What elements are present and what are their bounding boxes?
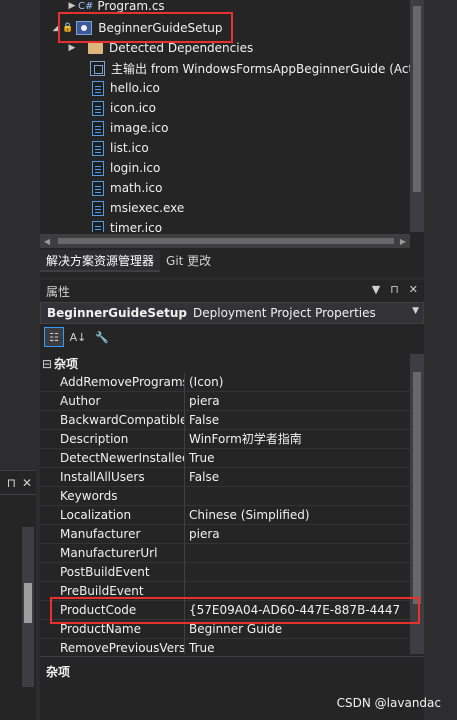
tree-item-file[interactable]: image.ico (92, 118, 410, 138)
property-name: RemovePreviousVersions (40, 638, 185, 654)
property-name: BackwardCompatibleIDG (40, 410, 185, 430)
property-name: Author (40, 391, 185, 411)
explorer-tabs: 解决方案资源管理器 Git 更改 (40, 250, 217, 272)
close-icon[interactable]: ✕ (22, 476, 32, 490)
highlight-box-project (58, 12, 233, 43)
property-value[interactable]: False (185, 468, 410, 487)
folder-icon (88, 42, 103, 54)
object-selector[interactable]: BeginnerGuideSetup Deployment Project Pr… (40, 302, 424, 324)
pin-icon[interactable]: ⊓ (7, 476, 16, 490)
property-row[interactable]: ManufacturerUrl (40, 543, 410, 563)
tree-item-file[interactable]: timer.ico (92, 218, 410, 232)
object-name: BeginnerGuideSetup (47, 306, 188, 320)
scrollbar-thumb[interactable] (58, 238, 394, 244)
alphabetical-icon[interactable]: A↓ (68, 327, 88, 347)
property-name: Description (40, 429, 185, 449)
property-value[interactable] (185, 487, 410, 506)
property-name: PostBuildEvent (40, 562, 185, 582)
highlight-box-productcode (50, 597, 420, 624)
property-value[interactable]: True (185, 449, 410, 468)
property-name: ManufacturerUrl (40, 543, 185, 563)
property-row[interactable]: InstallAllUsers False (40, 467, 410, 487)
tree-item-file[interactable]: icon.ico (92, 98, 410, 118)
file-icon (92, 120, 104, 136)
file-icon (92, 180, 104, 196)
property-name: AddRemoveProgramsIcon (40, 372, 185, 392)
tab-solution-explorer[interactable]: 解决方案资源管理器 (40, 250, 161, 272)
property-row[interactable]: PostBuildEvent (40, 562, 410, 582)
file-icon (92, 100, 104, 116)
property-row[interactable]: Author piera (40, 391, 410, 411)
dropdown-icon[interactable]: ▼ (372, 283, 380, 296)
left-tool-window-header: ⊓ ✕ (0, 471, 36, 495)
property-value[interactable]: False (185, 411, 410, 430)
property-value[interactable]: True (185, 639, 410, 655)
left-scrollbar[interactable] (22, 527, 34, 687)
scrollbar-thumb[interactable] (413, 6, 421, 192)
property-row[interactable]: Keywords (40, 486, 410, 506)
scroll-left-icon[interactable]: ◀ (40, 237, 54, 246)
watermark: CSDN @lavandac (336, 696, 441, 710)
file-icon (92, 80, 104, 96)
tree-item-primary-output[interactable]: 主输出 from WindowsFormsAppBeginnerGuide (A… (90, 58, 410, 78)
expand-arrow-icon[interactable]: ▶ (66, 1, 78, 11)
property-row[interactable]: Localization Chinese (Simplified) (40, 505, 410, 525)
close-icon[interactable]: ✕ (409, 283, 418, 296)
property-name: Localization (40, 505, 185, 525)
scroll-right-icon[interactable]: ▶ (396, 237, 410, 246)
property-name: InstallAllUsers (40, 467, 185, 487)
property-row[interactable]: Description WinForm初学者指南 (40, 429, 410, 449)
tree-vertical-scrollbar[interactable] (410, 0, 424, 232)
tree-horizontal-scrollbar[interactable]: ◀ ▶ (40, 234, 410, 248)
scrollbar-thumb[interactable] (413, 372, 421, 604)
description-title: 杂项 (46, 665, 71, 679)
property-row[interactable]: DetectNewerInstalledVerTrue (40, 448, 410, 468)
tree-item-file[interactable]: list.ico (92, 138, 410, 158)
left-scrollbar-thumb[interactable] (24, 583, 32, 623)
property-row[interactable]: BackwardCompatibleIDGFalse (40, 410, 410, 430)
object-type: Deployment Project Properties (193, 306, 376, 320)
expand-arrow-icon[interactable]: ▶ (66, 43, 78, 53)
collapse-icon[interactable]: ⊟ (40, 357, 54, 371)
left-tool-window: ⊓ ✕ (0, 470, 36, 720)
file-icon (92, 200, 104, 216)
tree-item-file[interactable]: hello.ico (92, 78, 410, 98)
csharp-file-icon: C# (78, 0, 94, 12)
property-name: Keywords (40, 486, 185, 506)
property-value[interactable] (185, 563, 410, 582)
property-value[interactable]: WinForm初学者指南 (185, 430, 410, 449)
tab-git-changes[interactable]: Git 更改 (160, 250, 217, 272)
tree-item-file[interactable]: login.ico (92, 158, 410, 178)
properties-window: 属性 ▼ ⊓ ✕ BeginnerGuideSetup Deployment P… (40, 280, 424, 720)
chevron-down-icon[interactable]: ▼ (412, 306, 419, 316)
properties-toolbar: ☷ A↓ 🔧 (40, 324, 424, 350)
pin-icon[interactable]: ⊓ (390, 283, 399, 296)
property-name: DetectNewerInstalledVer (40, 448, 185, 468)
property-name: Manufacturer (40, 524, 185, 544)
property-value[interactable] (185, 544, 410, 563)
properties-title-bar: 属性 ▼ ⊓ ✕ (40, 280, 424, 302)
tree-item-file[interactable]: msiexec.exe (92, 198, 410, 218)
file-icon (92, 160, 104, 176)
property-value[interactable]: (Icon) (185, 373, 410, 392)
property-pages-icon[interactable]: 🔧 (92, 327, 112, 347)
category-header[interactable]: ⊟ 杂项 (40, 354, 410, 373)
file-icon (92, 140, 104, 156)
property-value[interactable]: piera (185, 392, 410, 411)
properties-title: 属性 (46, 284, 71, 299)
tree-item-file[interactable]: math.ico (92, 178, 410, 198)
property-row[interactable]: AddRemoveProgramsIcon(Icon) (40, 372, 410, 392)
primary-output-icon (90, 60, 105, 76)
property-value[interactable]: Chinese (Simplified) (185, 506, 410, 525)
property-row[interactable]: RemovePreviousVersionsTrue (40, 638, 410, 655)
property-value[interactable]: piera (185, 525, 410, 544)
solution-explorer: ▶ C# Program.cs ◢ 🔒 BeginnerGuideSetup ▶… (40, 0, 424, 278)
categorized-icon[interactable]: ☷ (44, 327, 64, 347)
file-icon (92, 220, 104, 232)
property-row[interactable]: Manufacturer piera (40, 524, 410, 544)
description-pane: 杂项 (40, 656, 424, 720)
